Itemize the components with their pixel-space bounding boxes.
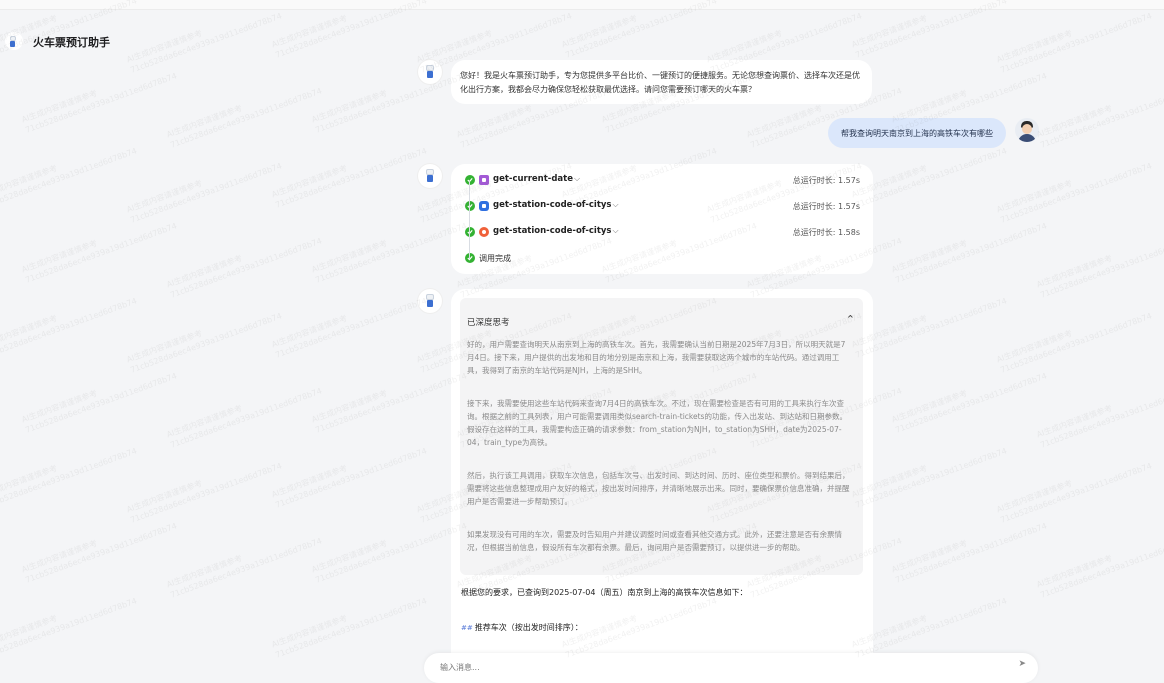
robot-icon: [425, 65, 435, 78]
watermark-text: AI生成内容请谨慎参考71cb528da6ec4e939a19d11ed6d78…: [1035, 236, 1164, 300]
top-bar: [0, 0, 1164, 10]
check-circle-icon: [465, 201, 475, 211]
watermark-text: AI生成内容请谨慎参考71cb528da6ec4e939a19d11ed6d78…: [850, 296, 1009, 360]
thinking-paragraph: 如果发现没有可用的车次，需要及时告知用户并建议调整时间或查看其他交通方式。此外，…: [467, 530, 842, 552]
watermark-text: AI生成内容请谨慎参考71cb528da6ec4e939a19d11ed6d78…: [125, 161, 284, 225]
assistant-avatar: [418, 164, 442, 188]
tool-duration: 总运行时长: 1.57s: [792, 202, 860, 211]
tool-done-row: 调用完成: [465, 251, 860, 265]
thinking-paragraph: 然后，执行该工具调用，获取车次信息，包括车次号、出发时间、到达时间、历时、座位类…: [467, 471, 850, 506]
watermark-text: AI生成内容请谨慎参考71cb528da6ec4e939a19d11ed6d78…: [850, 446, 1009, 510]
watermark-text: AI生成内容请谨慎参考71cb528da6ec4e939a19d11ed6d78…: [270, 146, 429, 210]
watermark-text: AI生成内容请谨慎参考71cb528da6ec4e939a19d11ed6d78…: [270, 446, 429, 510]
watermark-text: AI生成内容请谨慎参考71cb528da6ec4e939a19d11ed6d78…: [20, 521, 179, 585]
tool-duration: 总运行时长: 1.58s: [792, 228, 860, 237]
answer-intro: 根据您的要求，已查询到2025-07-04（周五）南京到上海的高铁车次信息如下：: [461, 588, 748, 597]
watermark-text: AI生成内容请谨慎参考71cb528da6ec4e939a19d11ed6d78…: [1035, 536, 1164, 600]
watermark-text: AI生成内容请谨慎参考71cb528da6ec4e939a19d11ed6d78…: [165, 536, 324, 600]
watermark-text: AI生成内容请谨慎参考71cb528da6ec4e939a19d11ed6d78…: [270, 596, 429, 660]
watermark-text: AI生成内容请谨慎参考71cb528da6ec4e939a19d11ed6d78…: [0, 596, 139, 660]
watermark-text: AI生成内容请谨慎参考71cb528da6ec4e939a19d11ed6d78…: [270, 296, 429, 360]
watermark-text: AI生成内容请谨慎参考71cb528da6ec4e939a19d11ed6d78…: [850, 596, 1009, 660]
watermark-text: AI生成内容请谨慎参考71cb528da6ec4e939a19d11ed6d78…: [0, 446, 139, 510]
watermark-text: AI生成内容请谨慎参考71cb528da6ec4e939a19d11ed6d78…: [310, 371, 469, 435]
message-input[interactable]: [438, 659, 1002, 675]
watermark-text: AI生成内容请谨慎参考71cb528da6ec4e939a19d11ed6d78…: [995, 11, 1154, 75]
chevron-up-icon[interactable]: ⌃: [846, 313, 855, 326]
thinking-title[interactable]: 已深度思考: [467, 316, 510, 328]
tool-call-row[interactable]: get-station-code-of-citys⌵ 总运行时长: 1.58s: [465, 225, 860, 239]
watermark-text: AI生成内容请谨慎参考71cb528da6ec4e939a19d11ed6d78…: [20, 221, 179, 285]
chevron-down-icon[interactable]: ⌵: [612, 226, 618, 236]
watermark-text: AI生成内容请谨慎参考71cb528da6ec4e939a19d11ed6d78…: [310, 521, 469, 585]
watermark-text: AI生成内容请谨慎参考71cb528da6ec4e939a19d11ed6d78…: [125, 461, 284, 525]
tool-calls-panel: get-current-date⌵ 总运行时长: 1.57s get-stati…: [451, 164, 873, 274]
check-circle-icon: [465, 253, 475, 263]
watermark-text: AI生成内容请谨慎参考71cb528da6ec4e939a19d11ed6d78…: [165, 386, 324, 450]
assistant-answer-message: 已深度思考 ⌃ 好的，用户需要查询明天从南京到上海的高铁车次。首先，我需要确认当…: [451, 289, 873, 669]
user-message-text: 帮我查询明天南京到上海的高铁车次有哪些: [841, 129, 993, 138]
tool-duration: 总运行时长: 1.57s: [792, 176, 860, 185]
user-message: 帮我查询明天南京到上海的高铁车次有哪些: [828, 118, 1006, 148]
app-title: 火车票预订助手: [33, 36, 110, 49]
timeline-connector: [469, 181, 470, 259]
recommend-heading: ## 推荐车次（按出发时间排序）：: [461, 623, 583, 632]
watermark-text: AI生成内容请谨慎参考71cb528da6ec4e939a19d11ed6d78…: [1035, 86, 1164, 150]
assistant-avatar: [418, 60, 442, 84]
watermark-text: AI生成内容请谨慎参考71cb528da6ec4e939a19d11ed6d78…: [165, 236, 324, 300]
robot-icon: [425, 294, 435, 307]
robot-icon: [425, 169, 435, 182]
assistant-avatar: [418, 289, 442, 313]
watermark-text: AI生成内容请谨慎参考71cb528da6ec4e939a19d11ed6d78…: [20, 71, 179, 135]
watermark-text: AI生成内容请谨慎参考71cb528da6ec4e939a19d11ed6d78…: [0, 296, 139, 360]
blue-tool-icon: [479, 201, 489, 211]
watermark-text: AI生成内容请谨慎参考71cb528da6ec4e939a19d11ed6d78…: [165, 86, 324, 150]
watermark-text: AI生成内容请谨慎参考71cb528da6ec4e939a19d11ed6d78…: [125, 311, 284, 375]
thinking-panel: 已深度思考 ⌃ 好的，用户需要查询明天从南京到上海的高铁车次。首先，我需要确认当…: [460, 298, 863, 575]
hash-icon: ##: [461, 624, 473, 632]
watermark-text: AI生成内容请谨慎参考71cb528da6ec4e939a19d11ed6d78…: [310, 71, 469, 135]
watermark-text: AI生成内容请谨慎参考71cb528da6ec4e939a19d11ed6d78…: [890, 221, 1049, 285]
greeting-text: 您好！我是火车票预订助手，专为您提供多平台比价、一键预订的便捷服务。无论您想查询…: [460, 71, 860, 94]
app-header: 火车票预订助手: [0, 30, 300, 54]
tool-name: get-station-code-of-citys⌵: [493, 226, 619, 236]
chevron-down-icon[interactable]: ⌵: [574, 174, 580, 184]
watermark-text: AI生成内容请谨慎参考71cb528da6ec4e939a19d11ed6d78…: [20, 371, 179, 435]
chevron-down-icon[interactable]: ⌵: [612, 200, 618, 210]
watermark-text: AI生成内容请谨慎参考71cb528da6ec4e939a19d11ed6d78…: [890, 521, 1049, 585]
user-avatar: [1015, 118, 1039, 142]
watermark-text: AI生成内容请谨慎参考71cb528da6ec4e939a19d11ed6d78…: [995, 461, 1154, 525]
tool-done-label: 调用完成: [479, 254, 511, 263]
robot-logo-icon: [5, 32, 23, 50]
watermark-text: AI生成内容请谨慎参考71cb528da6ec4e939a19d11ed6d78…: [890, 371, 1049, 435]
tool-name: get-current-date⌵: [493, 174, 581, 184]
send-icon[interactable]: ➤: [1018, 659, 1026, 669]
watermark-text: AI生成内容请谨慎参考71cb528da6ec4e939a19d11ed6d78…: [995, 161, 1154, 225]
purple-tool-icon: [479, 175, 489, 185]
tool-call-row[interactable]: get-station-code-of-citys⌵ 总运行时长: 1.57s: [465, 199, 860, 213]
check-circle-icon: [465, 227, 475, 237]
red-tool-icon: [479, 227, 489, 237]
watermark-text: AI生成内容请谨慎参考71cb528da6ec4e939a19d11ed6d78…: [310, 221, 469, 285]
watermark-text: AI生成内容请谨慎参考71cb528da6ec4e939a19d11ed6d78…: [0, 146, 139, 210]
watermark-text: AI生成内容请谨慎参考71cb528da6ec4e939a19d11ed6d78…: [995, 311, 1154, 375]
watermark-text: AI生成内容请谨慎参考71cb528da6ec4e939a19d11ed6d78…: [1035, 386, 1164, 450]
check-circle-icon: [465, 175, 475, 185]
assistant-greeting-message: 您好！我是火车票预订助手，专为您提供多平台比价、一键预订的便捷服务。无论您想查询…: [451, 60, 872, 104]
message-input-bar: ➤: [424, 653, 1038, 683]
tool-call-row[interactable]: get-current-date⌵ 总运行时长: 1.57s: [465, 173, 860, 187]
thinking-paragraph: 好的，用户需要查询明天从南京到上海的高铁车次。首先，我需要确认当前日期是2025…: [467, 340, 846, 375]
tool-name: get-station-code-of-citys⌵: [493, 200, 619, 210]
thinking-paragraph: 接下来，我需要使用这些车站代码来查询7月4日的高铁车次。不过，现在需要检查是否有…: [467, 399, 847, 447]
